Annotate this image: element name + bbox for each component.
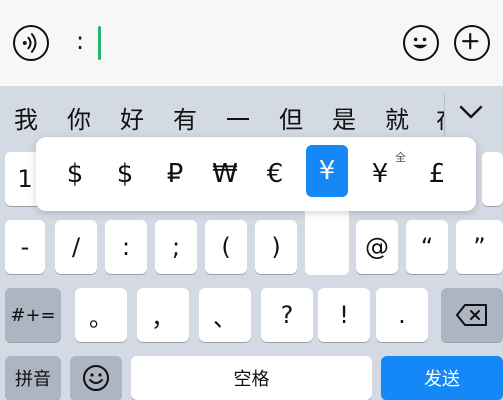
key-label: 空格 — [233, 369, 270, 390]
candidate-item[interactable]: 你 — [67, 100, 91, 135]
key-label: 拼音 — [15, 369, 51, 390]
key-hyphen[interactable]: - — [5, 220, 45, 274]
emoji-key[interactable] — [70, 356, 122, 400]
key-label: 1 — [17, 165, 33, 193]
smiley-icon — [413, 37, 428, 49]
currency-popup: $ $ ₽ ₩ € ¥ ¥ £ — [36, 137, 476, 211]
key-label: #+= — [10, 304, 56, 326]
candidate-item[interactable]: 有 — [173, 100, 197, 135]
candidate-item[interactable]: 一 — [226, 100, 250, 135]
more-button[interactable] — [454, 25, 490, 61]
key-period[interactable]: . — [376, 288, 428, 342]
fullwidth-mark: 全 — [395, 151, 406, 164]
voice-input-button[interactable] — [13, 25, 49, 61]
key-label: : — [121, 233, 131, 261]
key-label: / — [71, 233, 81, 261]
space-key[interactable]: 空格 — [131, 356, 372, 400]
key-exclaim[interactable]: ! — [318, 288, 370, 342]
currency-option[interactable]: £ — [413, 137, 461, 211]
key-label: 发送 — [424, 369, 460, 390]
key-question[interactable]: ? — [261, 288, 313, 342]
currency-option[interactable]: $ — [101, 137, 149, 211]
key-close-quote[interactable]: ” — [456, 220, 503, 274]
key-label: ( — [221, 233, 231, 261]
key-label: ” — [473, 233, 486, 261]
key-label: ? — [280, 301, 294, 329]
key-label: ) — [271, 233, 281, 261]
key-at[interactable]: @ — [356, 220, 398, 274]
popup-stem — [305, 205, 349, 275]
smiley-icon — [83, 365, 109, 391]
key-open-quote[interactable]: “ — [406, 220, 448, 274]
key-label: “ — [420, 233, 434, 261]
key-open-paren[interactable]: ( — [205, 220, 247, 274]
input-bar: : — [0, 0, 503, 86]
key-label: ! — [339, 301, 349, 329]
currency-option[interactable]: € — [251, 137, 299, 211]
candidate-item[interactable]: 好 — [120, 100, 144, 135]
key-label: 。 — [89, 303, 113, 332]
backspace-icon — [456, 304, 487, 326]
currency-option[interactable]: ₽ — [151, 137, 199, 211]
key-label: - — [20, 233, 30, 261]
emoji-button[interactable] — [403, 25, 439, 61]
key-label: ; — [171, 233, 181, 261]
key-comma-cn[interactable]: ， — [137, 288, 189, 342]
candidate-item[interactable]: 但 — [279, 100, 303, 135]
input-text[interactable]: : — [76, 27, 84, 55]
key-semicolon[interactable]: ; — [155, 220, 197, 274]
text-caret — [98, 26, 101, 60]
key-label: ， — [151, 303, 175, 332]
key-enum-comma[interactable]: 、 — [199, 288, 251, 342]
key-period-cn[interactable]: 。 — [75, 288, 127, 342]
pinyin-key[interactable]: 拼音 — [5, 356, 61, 400]
candidate-item[interactable]: 是 — [332, 100, 356, 135]
chevron-down-icon[interactable] — [456, 100, 486, 124]
key-label: @ — [365, 233, 389, 261]
candidate-item[interactable]: 我 — [14, 100, 38, 135]
key-label: . — [398, 301, 406, 329]
candidate-divider — [444, 94, 445, 142]
key-close-paren[interactable]: ) — [255, 220, 297, 274]
plus-icon — [462, 33, 479, 50]
currency-option-selected[interactable]: ¥ — [306, 145, 348, 197]
send-key[interactable]: 发送 — [381, 356, 503, 400]
key-slash[interactable]: / — [55, 220, 97, 274]
backspace-key[interactable] — [441, 288, 503, 342]
currency-option[interactable]: ₩ — [201, 137, 249, 211]
voice-wave-icon — [22, 33, 37, 53]
key-colon[interactable]: : — [105, 220, 147, 274]
candidate-item[interactable]: 就 — [385, 100, 409, 135]
key-label: 、 — [213, 303, 237, 332]
key-digit[interactable] — [482, 152, 503, 206]
symbols-toggle-key[interactable]: #+= — [5, 288, 61, 342]
currency-option[interactable]: $ — [51, 137, 99, 211]
